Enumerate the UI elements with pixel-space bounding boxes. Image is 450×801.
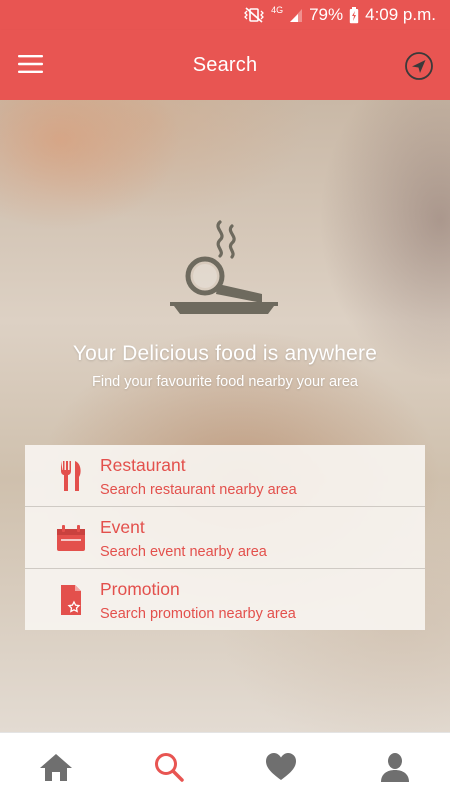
status-icons: 4G 79% 4:09 p.m. <box>243 5 436 25</box>
clock: 4:09 p.m. <box>365 5 436 24</box>
option-subtitle: Search event nearby area <box>100 544 267 560</box>
food-search-icon <box>170 220 278 314</box>
option-subtitle: Search promotion nearby area <box>100 606 296 622</box>
signal-icon <box>290 9 303 22</box>
network-4g-icon: 4G <box>271 5 284 15</box>
option-title: Event <box>100 517 145 537</box>
search-options: Restaurant Search restaurant nearby area… <box>25 445 425 630</box>
bottom-nav <box>0 732 450 801</box>
page-title: Search <box>192 54 258 76</box>
search-icon[interactable] <box>152 751 186 783</box>
hero-subline: Find your favourite food nearby your are… <box>92 374 358 390</box>
hero-background: Your Delicious food is anywhere Find you… <box>0 100 450 732</box>
battery-percent: 79% <box>309 5 344 24</box>
calendar-icon <box>57 525 85 551</box>
option-subtitle: Search restaurant nearby area <box>100 482 297 498</box>
heart-icon[interactable] <box>264 751 298 783</box>
hero-headline: Your Delicious food is anywhere <box>72 342 378 365</box>
status-bar: 4G 79% 4:09 p.m. <box>0 0 450 30</box>
battery-charging-icon <box>349 6 359 23</box>
cutlery-icon <box>61 461 81 491</box>
app-bar: Search <box>0 30 450 100</box>
profile-icon[interactable] <box>378 751 412 783</box>
option-restaurant[interactable]: Restaurant Search restaurant nearby area <box>25 445 425 507</box>
option-title: Promotion <box>100 579 180 599</box>
home-icon[interactable] <box>39 751 73 783</box>
option-promotion[interactable]: Promotion Search promotion nearby area <box>25 569 425 630</box>
option-title: Restaurant <box>100 455 186 475</box>
vibrate-mute-icon <box>244 7 264 23</box>
promotion-icon <box>61 585 81 615</box>
locate-icon[interactable] <box>404 51 434 81</box>
option-event[interactable]: Event Search event nearby area <box>25 507 425 569</box>
